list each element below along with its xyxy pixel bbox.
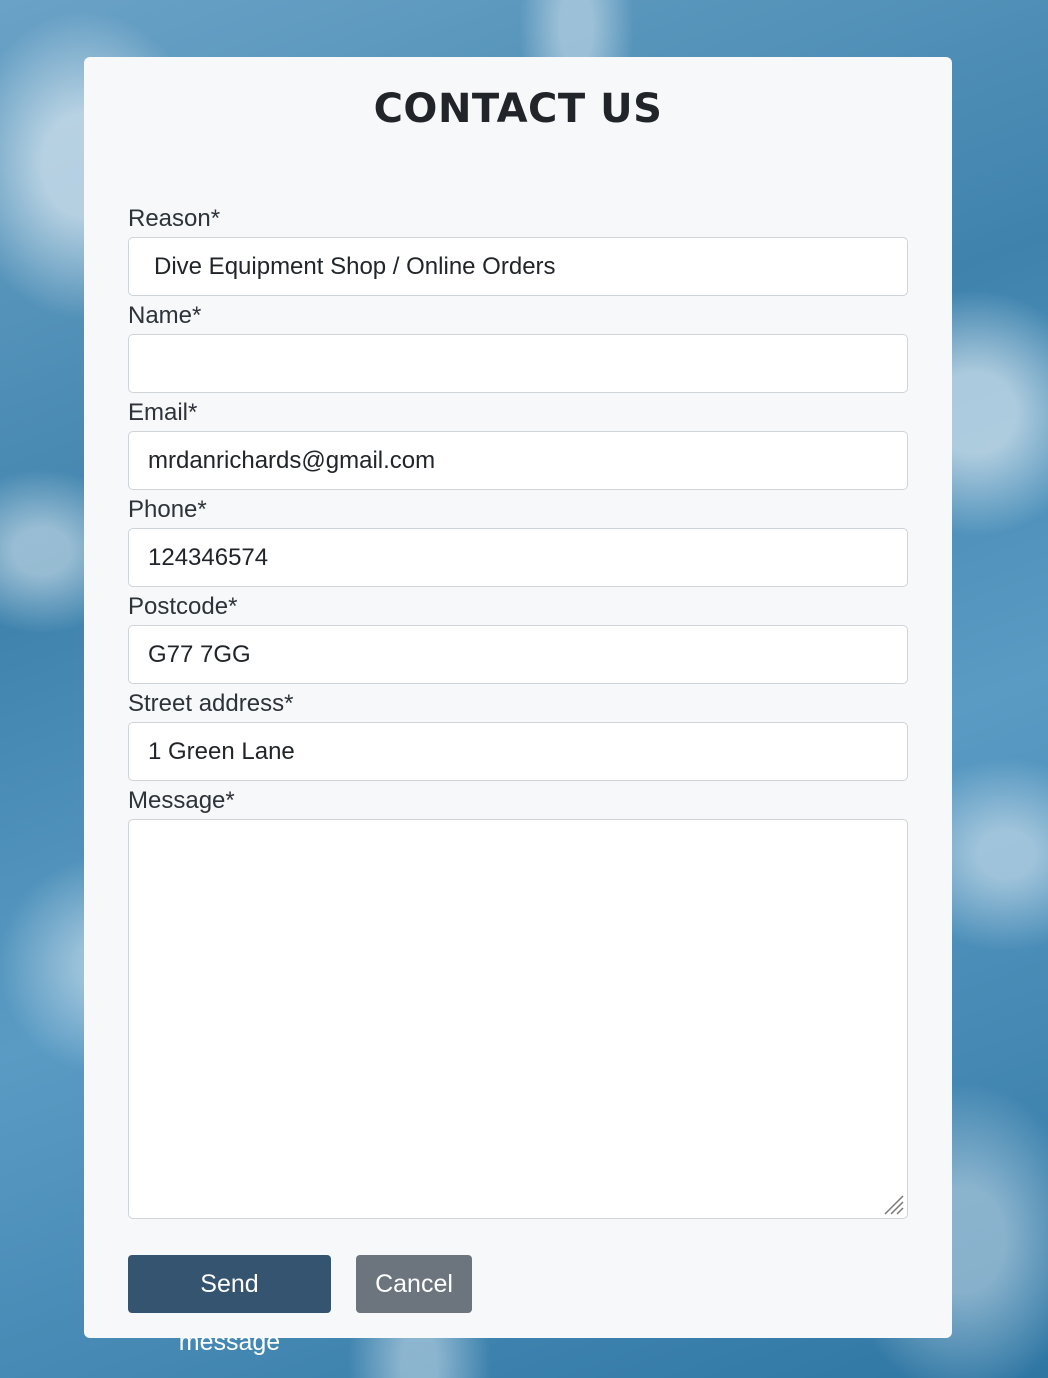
- page-title: CONTACT US: [373, 86, 663, 132]
- phone-input[interactable]: 124346574: [128, 528, 908, 587]
- cancel-button[interactable]: Cancel: [356, 1255, 472, 1313]
- send-message-button[interactable]: Send message: [128, 1255, 331, 1356]
- reason-label: Reason*: [128, 205, 221, 232]
- email-label: Email*: [128, 399, 198, 426]
- street-address-label: Street address*: [128, 690, 294, 717]
- textarea-resize-handle-icon[interactable]: [879, 1190, 905, 1216]
- postcode-label: Postcode*: [128, 593, 238, 620]
- contact-card: CONTACT US Reason* Dive Equipment Shop /…: [84, 57, 952, 1356]
- message-label: Message*: [128, 787, 235, 814]
- message-textarea[interactable]: [128, 819, 908, 1219]
- name-input[interactable]: [128, 334, 908, 393]
- reason-select[interactable]: Dive Equipment Shop / Online Orders: [128, 237, 908, 296]
- phone-label: Phone*: [128, 496, 207, 523]
- contact-form: Reason* Dive Equipment Shop / Online Ord…: [128, 202, 908, 1219]
- name-label: Name*: [128, 302, 202, 329]
- street-address-input[interactable]: 1 Green Lane: [128, 722, 908, 781]
- postcode-input[interactable]: G77 7GG: [128, 625, 908, 684]
- email-input[interactable]: mrdanrichards@gmail.com: [128, 431, 908, 490]
- form-actions: Send message Cancel: [128, 1255, 472, 1356]
